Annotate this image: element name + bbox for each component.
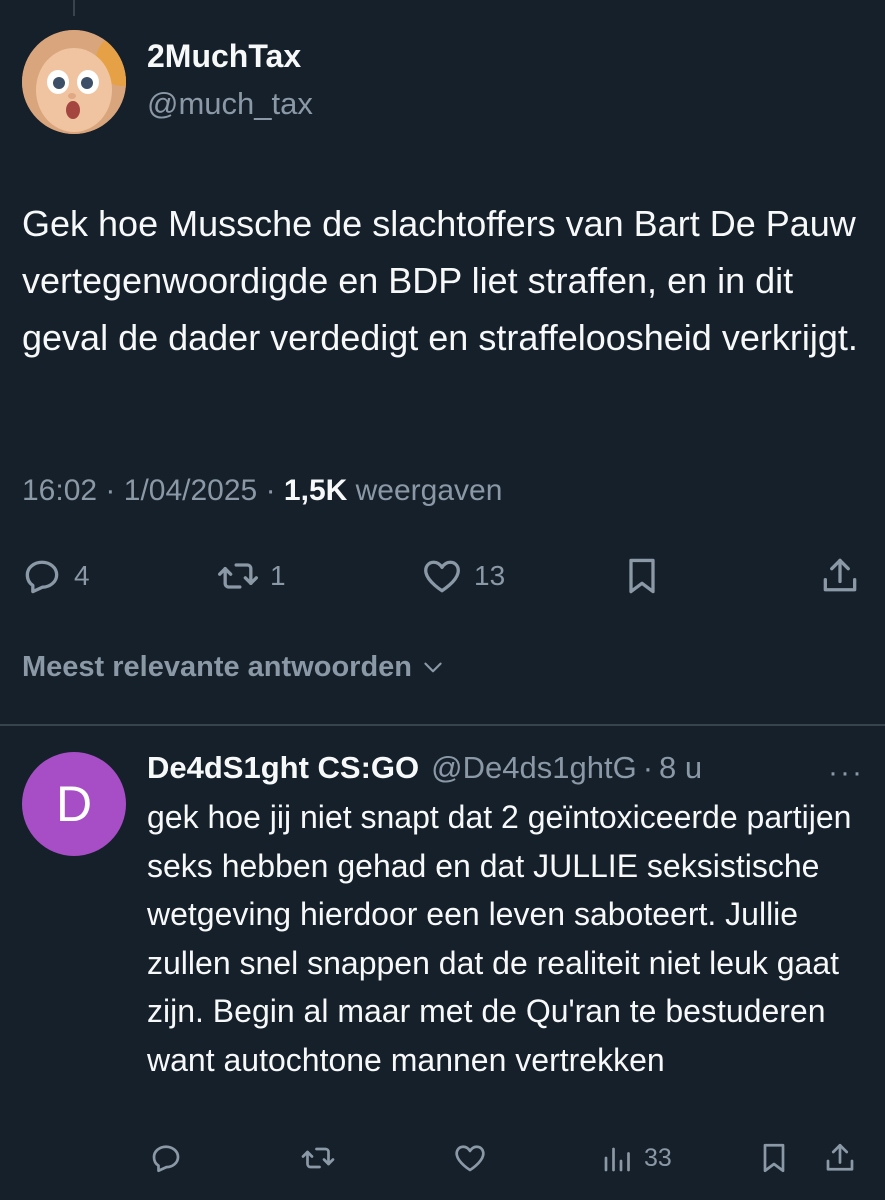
- reply-sort-selector[interactable]: Meest relevante antwoorden: [22, 651, 446, 684]
- reply-text: gek hoe jij niet snapt dat 2 geïntoxicee…: [147, 799, 852, 1078]
- repost-icon: [218, 563, 258, 589]
- reply-author-avatar[interactable]: D: [22, 752, 126, 856]
- repost-count: 1: [270, 560, 286, 591]
- divider: [0, 724, 885, 726]
- reply-header: De4dS1ght CS:GO @De4ds1ghtG · 8 u: [147, 750, 702, 786]
- like-count: 13: [474, 560, 506, 591]
- views-label: weergaven: [355, 474, 503, 507]
- like-icon: [455, 1145, 485, 1172]
- tweet-date[interactable]: 1/04/2025: [124, 474, 257, 507]
- bookmark-icon: [763, 1143, 785, 1173]
- meta-separator: ·: [265, 474, 276, 507]
- like-icon: [424, 560, 460, 593]
- reply-action-bar: 33: [0, 1136, 885, 1180]
- views-count[interactable]: 1,5K: [284, 474, 347, 507]
- meta-separator: ·: [105, 474, 116, 507]
- share-icon: [823, 558, 857, 592]
- author-avatar[interactable]: [22, 30, 126, 134]
- reply-count: 4: [74, 560, 90, 591]
- reply-button[interactable]: 4: [20, 548, 90, 604]
- like-button[interactable]: 13: [420, 548, 505, 604]
- author-name[interactable]: 2MuchTax: [147, 38, 301, 75]
- bookmark-button[interactable]: [620, 548, 664, 604]
- reply-share-button[interactable]: [822, 1136, 858, 1180]
- share-icon: [826, 1143, 854, 1171]
- bookmark-icon: [629, 558, 655, 594]
- views-icon: [604, 1147, 630, 1172]
- reply-separator: ·: [642, 750, 654, 785]
- reply-views-button[interactable]: 33: [600, 1136, 672, 1180]
- repost-button[interactable]: 1: [216, 548, 286, 604]
- author-handle[interactable]: @much_tax: [147, 86, 313, 122]
- chevron-down-icon: [424, 662, 442, 672]
- reply-like-button[interactable]: [452, 1136, 488, 1180]
- reply-author-name[interactable]: De4dS1ght CS:GO: [147, 750, 419, 786]
- more-icon[interactable]: ···: [828, 756, 864, 790]
- reply-reply-button[interactable]: [148, 1136, 184, 1180]
- reply-time[interactable]: 8 u: [659, 750, 702, 786]
- reply-author-handle[interactable]: @De4ds1ghtG: [431, 750, 637, 786]
- tweet-time[interactable]: 16:02: [22, 474, 97, 507]
- thread-connector-line: [73, 0, 75, 16]
- reply-icon: [152, 1145, 180, 1173]
- repost-icon: [301, 1147, 335, 1169]
- reply-bookmark-button[interactable]: [756, 1136, 792, 1180]
- tweet-action-bar: 4 1 13: [0, 548, 885, 604]
- tweet-meta: 16:02 · 1/04/2025 · 1,5K weergaven: [22, 474, 502, 508]
- reply-views-count: 33: [644, 1143, 672, 1172]
- tweet-text: Gek hoe Mussche de slachtoffers van Bart…: [22, 203, 858, 358]
- reply-repost-button[interactable]: [300, 1136, 336, 1180]
- sort-label: Meest relevante antwoorden: [22, 651, 412, 683]
- share-button[interactable]: [818, 548, 862, 604]
- reply-icon: [25, 560, 59, 594]
